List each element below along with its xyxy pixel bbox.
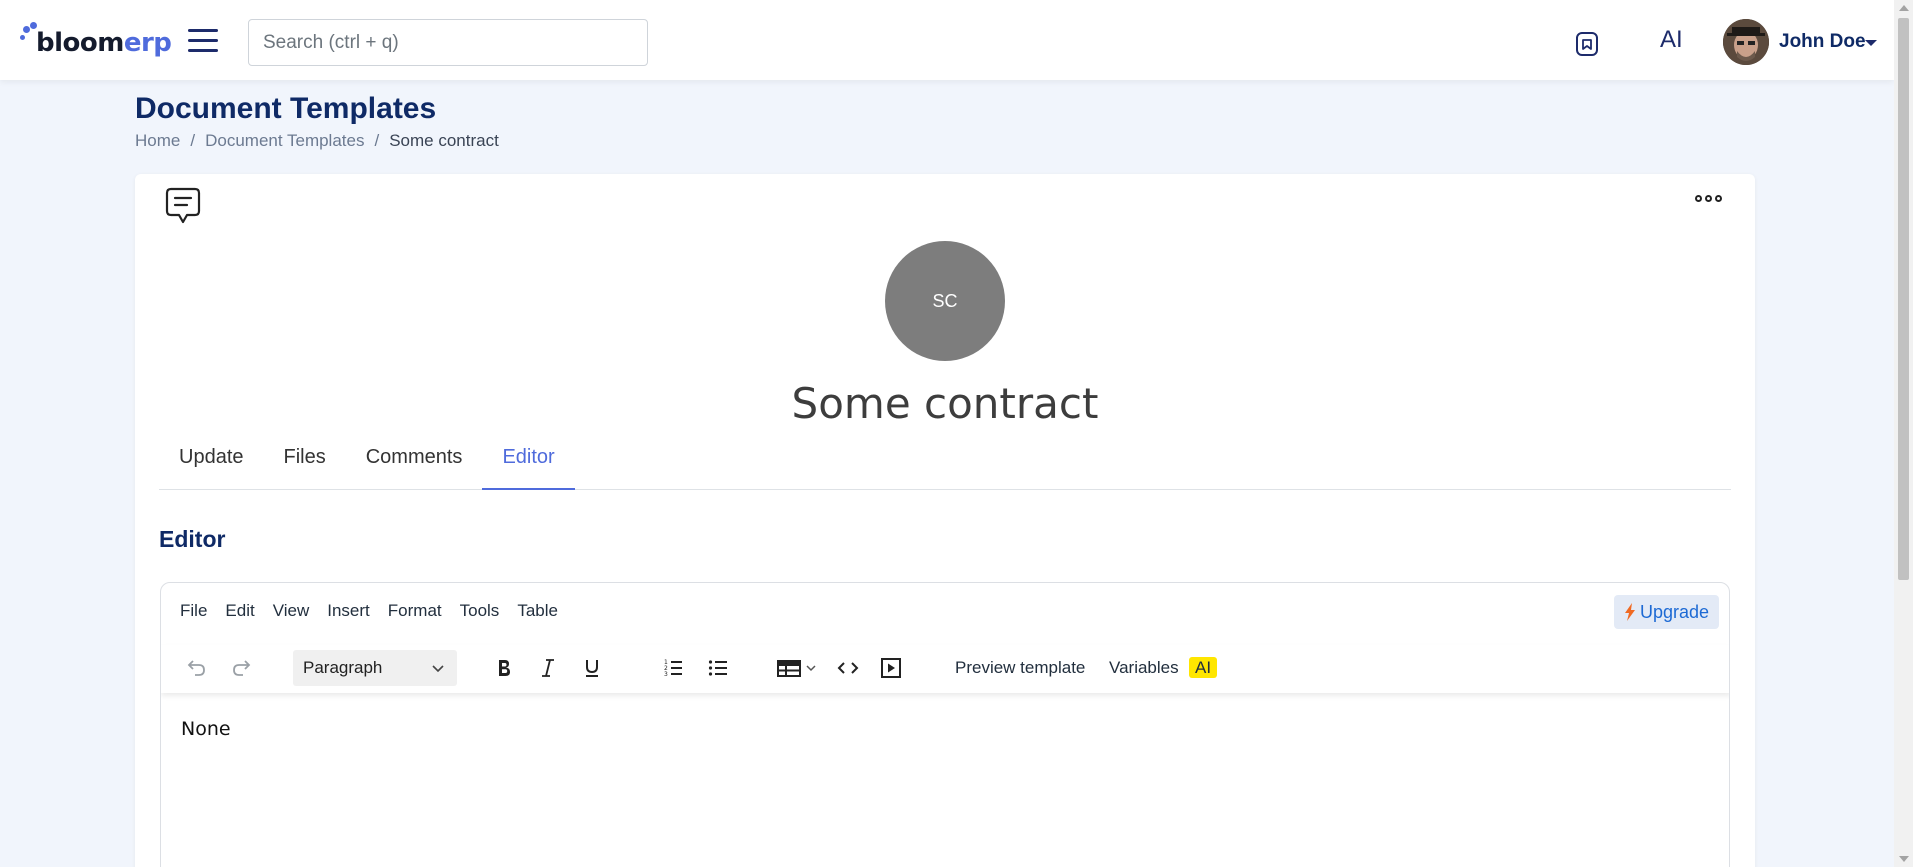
logo-text: bloomerp	[36, 28, 172, 58]
upgrade-label: Upgrade	[1639, 601, 1709, 622]
bullet-list-icon[interactable]	[701, 650, 735, 686]
tab-update[interactable]: Update	[159, 436, 264, 490]
italic-icon[interactable]	[531, 650, 565, 686]
tab-files[interactable]: Files	[264, 436, 346, 490]
bookmark-icon[interactable]	[1574, 30, 1600, 58]
scrollbar-thumb[interactable]	[1898, 18, 1909, 580]
breadcrumb-document-templates-link[interactable]: Document Templates	[205, 131, 364, 151]
variables-button[interactable]: Variables	[1109, 650, 1179, 686]
chevron-down-icon	[432, 665, 444, 673]
breadcrumb-separator: /	[374, 131, 380, 150]
chevron-down-icon[interactable]	[1865, 40, 1877, 46]
block-format-select[interactable]: Paragraph	[293, 650, 457, 686]
menu-view[interactable]: View	[264, 595, 319, 627]
breadcrumb-separator: /	[190, 131, 196, 150]
scroll-down-arrow[interactable]	[1899, 856, 1909, 862]
scroll-up-arrow[interactable]	[1899, 5, 1909, 11]
rich-text-editor: File Edit View Insert Format Tools Table…	[160, 582, 1730, 867]
bold-icon[interactable]	[487, 650, 521, 686]
menu-insert[interactable]: Insert	[318, 595, 379, 627]
lightning-icon	[1624, 603, 1635, 621]
menu-toggle-button[interactable]	[188, 29, 218, 53]
undo-icon[interactable]	[179, 650, 213, 686]
menu-tools[interactable]: Tools	[451, 595, 509, 627]
menu-edit[interactable]: Edit	[216, 595, 263, 627]
svg-text:3: 3	[664, 671, 668, 678]
breadcrumb-current: Some contract	[389, 131, 499, 150]
redo-icon[interactable]	[225, 650, 259, 686]
user-menu-button[interactable]: John Doe	[1779, 31, 1866, 53]
ai-button[interactable]: AI	[1189, 650, 1218, 686]
numbered-list-icon[interactable]: 123	[656, 650, 690, 686]
user-avatar[interactable]	[1723, 19, 1769, 65]
editor-toolbar: Paragraph 123 Preview template Variables…	[161, 645, 1729, 693]
preview-template-button[interactable]: Preview template	[955, 650, 1085, 686]
block-format-value: Paragraph	[303, 658, 383, 677]
breadcrumb: Home / Document Templates / Some contrac…	[135, 131, 499, 151]
ai-button-label: AI	[1189, 657, 1218, 678]
menu-table[interactable]: Table	[508, 595, 567, 627]
page-title: Document Templates	[135, 92, 437, 125]
comment-icon[interactable]	[165, 186, 201, 226]
top-navbar: bloomerp AI John Doe	[0, 0, 1894, 80]
section-title: Editor	[159, 526, 226, 552]
record-title: Some contract	[791, 379, 1099, 428]
source-code-icon[interactable]	[831, 650, 865, 686]
record-tabs: Update Files Comments Editor	[159, 436, 1731, 490]
record-card: SC Some contract Update Files Comments E…	[135, 174, 1755, 867]
editor-menubar: File Edit View Insert Format Tools Table	[171, 595, 567, 627]
more-options-icon[interactable]	[1695, 195, 1722, 202]
ai-assistant-button[interactable]: AI	[1660, 26, 1683, 54]
breadcrumb-home-link[interactable]: Home	[135, 131, 180, 151]
logo-mark	[20, 22, 37, 58]
record-avatar: SC	[885, 241, 1005, 361]
table-icon[interactable]	[773, 650, 823, 686]
upgrade-button[interactable]: Upgrade	[1613, 595, 1719, 629]
tab-editor[interactable]: Editor	[482, 436, 575, 490]
media-icon[interactable]	[874, 650, 908, 686]
underline-icon[interactable]	[575, 650, 609, 686]
logo[interactable]: bloomerp	[20, 18, 172, 58]
menu-format[interactable]: Format	[379, 595, 451, 627]
editor-content[interactable]: None	[181, 718, 231, 740]
search-input[interactable]	[248, 19, 648, 66]
page-scrollbar[interactable]	[1894, 0, 1913, 867]
menu-file[interactable]: File	[171, 595, 216, 627]
tab-comments[interactable]: Comments	[346, 436, 483, 490]
